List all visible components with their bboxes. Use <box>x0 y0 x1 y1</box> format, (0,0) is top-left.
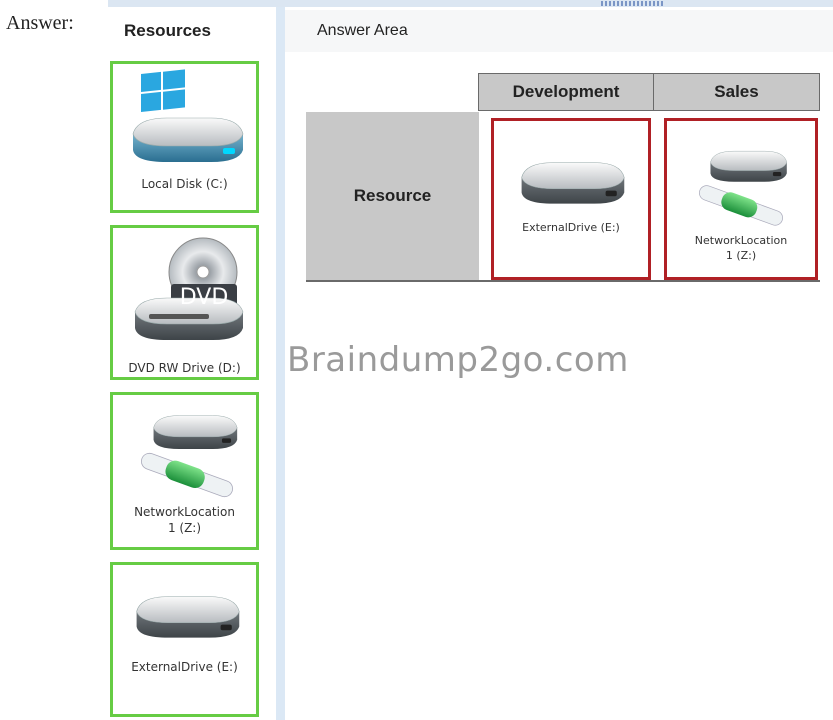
resource-tile-external-drive[interactable]: ExternalDrive (E:) <box>110 562 259 717</box>
resource-label: DVD RW Drive (D:) <box>128 361 241 375</box>
drag-grip-icon[interactable] <box>601 1 665 6</box>
drop-item-label: ExternalDrive (E:) <box>522 221 620 234</box>
column-header-sales: Sales <box>653 73 820 111</box>
resource-label-line1: NetworkLocation <box>134 505 235 519</box>
table-bottom-rule <box>306 280 820 282</box>
drop-item-label-line2: 1 (Z:) <box>725 249 757 262</box>
drop-target-development[interactable]: ExternalDrive (E:) <box>491 118 651 280</box>
watermark: Braindump2go.com <box>287 340 629 380</box>
resource-label: Local Disk (C:) <box>141 177 228 191</box>
resource-tile-network-location[interactable]: NetworkLocation 1 (Z:) <box>110 392 259 550</box>
panel-splitter[interactable] <box>276 7 285 720</box>
drop-target-sales[interactable]: NetworkLocation 1 (Z:) <box>664 118 818 280</box>
row-header-resource: Resource <box>306 112 479 280</box>
network-location-icon <box>699 150 788 226</box>
resources-title: Resources <box>124 21 211 40</box>
drop-item-label-line1: NetworkLocation <box>694 234 788 247</box>
column-header-development: Development <box>478 73 654 111</box>
resource-label: ExternalDrive (E:) <box>131 660 238 674</box>
external-drive-icon <box>521 162 625 205</box>
local-disk-icon <box>132 69 244 162</box>
resource-tile-local-disk[interactable]: Local Disk (C:) <box>110 61 259 213</box>
external-drive-icon <box>136 596 240 639</box>
answer-area-title: Answer Area <box>317 22 408 39</box>
answer-prefix: Answer: <box>6 12 74 34</box>
resource-label-line2: 1 (Z:) <box>167 521 202 535</box>
dvd-badge: DVD <box>179 285 229 310</box>
top-bar <box>108 0 833 7</box>
network-location-icon <box>141 415 238 498</box>
resource-tile-dvd-drive[interactable]: DVD DVD RW Drive (D:) <box>110 225 259 380</box>
